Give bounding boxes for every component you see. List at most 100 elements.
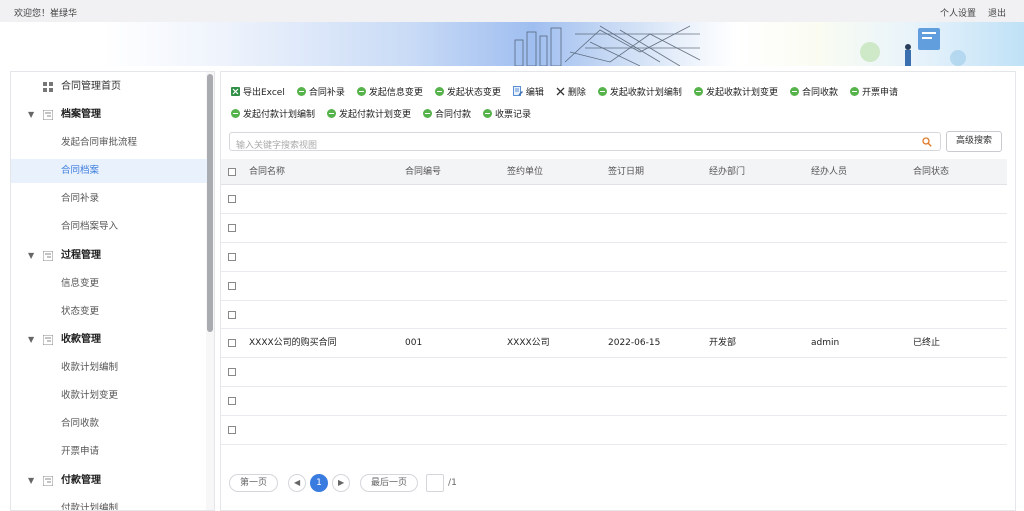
- row-checkbox[interactable]: [228, 339, 236, 348]
- sidebar-item-info-change[interactable]: 信息变更: [11, 272, 207, 296]
- start-status-change-button[interactable]: 发起状态变更: [434, 85, 501, 98]
- invoice-record-label: 收票记录: [495, 109, 532, 120]
- sidebar-item-receipt-plan-compile[interactable]: 收款计划编制: [11, 356, 207, 380]
- table-cell: 开发部: [709, 338, 737, 349]
- sidebar-group-process[interactable]: ▼ 过程管理: [11, 244, 207, 268]
- sidebar-item-label: 收款计划编制: [61, 362, 119, 373]
- column-header[interactable]: 经办部门: [709, 159, 745, 185]
- sidebar-item-receipt-plan-change[interactable]: 收款计划变更: [11, 384, 207, 408]
- search-input[interactable]: [230, 137, 890, 155]
- column-header[interactable]: 合同状态: [913, 159, 949, 185]
- page-number-input[interactable]: [426, 474, 445, 492]
- export-excel-label: 导出Excel: [243, 87, 285, 98]
- delete-label: 删除: [567, 87, 586, 98]
- table-row[interactable]: [221, 387, 1007, 417]
- row-checkbox[interactable]: [228, 223, 236, 232]
- start-payment-plan-change-button[interactable]: 发起付款计划变更: [327, 107, 411, 120]
- green-circle-icon: [231, 108, 240, 118]
- sidebar-item-archive-import[interactable]: 合同档案导入: [11, 215, 207, 239]
- folder-tree-icon: [43, 110, 53, 120]
- next-page-button[interactable]: ▶: [332, 474, 351, 492]
- invoice-record-button[interactable]: 收票记录: [483, 107, 531, 120]
- contract-receipt-button[interactable]: 合同收款: [789, 85, 838, 98]
- export-excel-button[interactable]: 导出Excel: [231, 85, 285, 98]
- sidebar-scrollbar[interactable]: [206, 72, 214, 510]
- start-receipt-plan-compile-label: 发起收款计划编制: [609, 87, 682, 98]
- column-header[interactable]: 合同名称: [249, 159, 285, 185]
- sidebar-item-contract-supplement[interactable]: 合同补录: [11, 187, 207, 211]
- home-grid-icon: [43, 82, 53, 92]
- chevron-down-icon: ▼: [28, 110, 35, 119]
- sidebar-group-receipt[interactable]: ▼ 收款管理: [11, 328, 207, 352]
- table-row[interactable]: [221, 301, 1007, 330]
- pagination: 第一页 ◀ 1 ▶ 最后一页 /1: [229, 473, 457, 493]
- row-checkbox[interactable]: [228, 368, 236, 377]
- sidebar-item-status-change[interactable]: 状态变更: [11, 300, 207, 324]
- sidebar-scroll-thumb[interactable]: [207, 74, 213, 332]
- advanced-search-button[interactable]: 高级搜索: [946, 131, 1002, 152]
- edit-button[interactable]: 编辑: [512, 85, 544, 98]
- toolbar-row-2: 发起付款计划编制 发起付款计划变更 合同付款 收票记录: [231, 103, 1011, 123]
- table-row[interactable]: XXXX公司的购买合同 001 XXXX公司 2022-06-15 开发部 admin 已终…: [221, 329, 1007, 359]
- table-row[interactable]: [221, 358, 1007, 388]
- contract-supplement-label: 合同补录: [308, 87, 345, 98]
- green-circle-icon: [693, 86, 703, 96]
- row-checkbox[interactable]: [228, 252, 236, 261]
- sidebar-item-label: 状态变更: [61, 306, 100, 317]
- sidebar-item-label: 收款管理: [61, 334, 101, 345]
- row-checkbox[interactable]: [228, 195, 236, 203]
- sidebar-item-label: 收款计划变更: [61, 390, 119, 401]
- column-header[interactable]: 合同编号: [405, 159, 441, 185]
- sidebar-group-payment[interactable]: ▼ 付款管理: [11, 469, 207, 493]
- chevron-down-icon: ▼: [28, 335, 35, 344]
- excel-icon: [231, 86, 240, 96]
- table-row[interactable]: [221, 214, 1007, 243]
- last-page-button[interactable]: 最后一页: [360, 474, 419, 492]
- sidebar-item-payment-plan-compile[interactable]: 付款计划编制: [11, 497, 207, 510]
- invoice-apply-button[interactable]: 开票申请: [849, 85, 898, 98]
- sidebar-group-archive[interactable]: ▼ 档案管理: [11, 103, 207, 127]
- green-circle-icon: [789, 86, 799, 96]
- sidebar-item-start-approval[interactable]: 发起合同审批流程: [11, 131, 207, 155]
- delete-button[interactable]: 删除: [556, 85, 586, 98]
- sidebar-item-contract-archive[interactable]: 合同档案: [11, 159, 207, 183]
- current-page-indicator[interactable]: 1: [310, 474, 329, 492]
- start-receipt-plan-compile-button[interactable]: 发起收款计划编制: [597, 85, 682, 98]
- table-row[interactable]: [221, 416, 1007, 446]
- start-payment-plan-compile-button[interactable]: 发起付款计划编制: [231, 107, 315, 120]
- logout-link[interactable]: 退出: [988, 6, 1006, 19]
- table-row[interactable]: [221, 243, 1007, 272]
- table-row[interactable]: [221, 272, 1007, 301]
- table-cell: 001: [405, 338, 423, 349]
- column-header[interactable]: 签约单位: [507, 159, 543, 185]
- sidebar-item-label: 开票申请: [61, 446, 100, 457]
- green-circle-icon: [296, 86, 306, 96]
- row-checkbox[interactable]: [228, 397, 236, 406]
- column-header[interactable]: 签订日期: [608, 159, 644, 185]
- table-row[interactable]: [221, 185, 1007, 214]
- sidebar-item-label: 合同档案: [61, 165, 100, 176]
- row-checkbox[interactable]: [228, 426, 236, 435]
- folder-tree-icon: [43, 335, 53, 345]
- sidebar-item-label: 合同收款: [61, 418, 100, 429]
- start-receipt-plan-change-button[interactable]: 发起收款计划变更: [693, 85, 778, 98]
- column-header[interactable]: 经办人员: [811, 159, 847, 185]
- start-info-change-button[interactable]: 发起信息变更: [356, 85, 423, 98]
- sidebar-item-contract-receipt[interactable]: 合同收款: [11, 412, 207, 436]
- top-links: 个人设置 退出: [940, 6, 1006, 19]
- contract-payment-button[interactable]: 合同付款: [423, 107, 471, 120]
- sidebar-item-label: 信息变更: [61, 278, 100, 289]
- search-icon[interactable]: [922, 137, 932, 147]
- personal-settings-link[interactable]: 个人设置: [940, 6, 976, 19]
- table-cell: 2022-06-15: [608, 338, 661, 349]
- green-circle-icon: [356, 86, 366, 96]
- row-checkbox[interactable]: [228, 310, 236, 319]
- contract-supplement-button[interactable]: 合同补录: [296, 85, 345, 98]
- row-checkbox[interactable]: [228, 281, 236, 290]
- table-cell: admin: [811, 338, 840, 349]
- select-all-checkbox[interactable]: [228, 168, 236, 176]
- prev-page-button[interactable]: ◀: [288, 474, 307, 492]
- first-page-button[interactable]: 第一页: [229, 474, 279, 492]
- sidebar-item-contract-home[interactable]: 合同管理首页: [11, 75, 207, 99]
- sidebar-item-invoice-apply[interactable]: 开票申请: [11, 440, 207, 464]
